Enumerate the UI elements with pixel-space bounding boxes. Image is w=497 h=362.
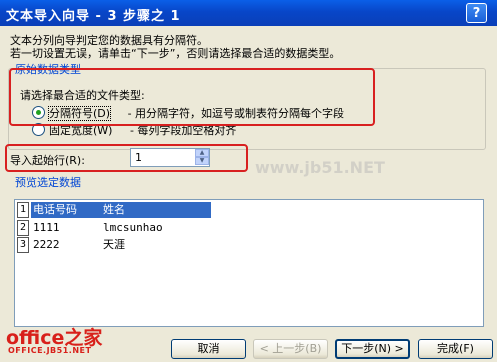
finish-button[interactable]: 完成(F) <box>418 339 493 359</box>
preview-row: 1 电话号码 姓名 <box>15 202 483 218</box>
logo-subtext: OFFICE.JB51.NET <box>8 346 92 355</box>
preview-legend: 预览选定数据 <box>14 174 82 190</box>
preview-pane[interactable]: 1 电话号码 姓名 2 1111 lmcsunhao 3 2222 天涯 <box>14 199 484 327</box>
start-row-label: 导入起始行(R): <box>10 154 85 167</box>
spin-down-icon[interactable]: ▼ <box>195 157 209 165</box>
office-home-logo: office之家 OFFICE.JB51.NET <box>6 323 102 355</box>
preview-cell: 姓名 <box>103 203 125 216</box>
back-button[interactable]: < 上一步(B) <box>253 339 328 359</box>
next-button[interactable]: 下一步(N) > <box>335 339 410 359</box>
preview-row-number: 2 <box>17 220 29 236</box>
preview-row-number: 1 <box>17 202 29 218</box>
intro-line-2: 若一切设置无误，请单击“下一步”，否则请选择最合适的数据类型。 <box>10 47 341 60</box>
cancel-button[interactable]: 取消 <box>171 339 246 359</box>
watermark: www.jb51.NET <box>255 158 385 177</box>
help-button[interactable]: ? <box>466 3 487 23</box>
preview-cell: lmcsunhao <box>103 221 163 234</box>
start-row-spinner[interactable]: 1 ▲ ▼ <box>130 148 210 167</box>
preview-row: 2 1111 lmcsunhao <box>15 220 483 236</box>
window-title: 文本导入向导 - 3 步骤之 1 <box>6 9 181 24</box>
preview-cell: 2222 <box>33 238 60 251</box>
preview-cell: 天涯 <box>103 238 125 251</box>
preview-row-number: 3 <box>17 237 29 253</box>
title-bar: 文本导入向导 - 3 步骤之 1 ? <box>0 0 497 26</box>
preview-cell: 电话号码 <box>33 203 77 216</box>
preview-cell: 1111 <box>33 221 60 234</box>
intro-line-1: 文本分列向导判定您的数据具有分隔符。 <box>10 34 208 47</box>
spin-up-icon[interactable]: ▲ <box>195 149 209 157</box>
preview-row: 3 2222 天涯 <box>15 237 483 253</box>
highlight-box-data-type <box>9 68 375 126</box>
start-row-value[interactable]: 1 <box>135 151 142 164</box>
